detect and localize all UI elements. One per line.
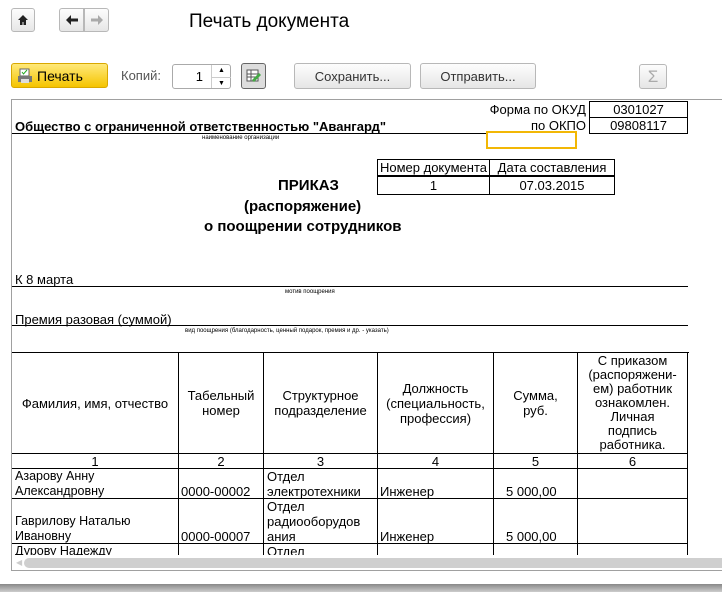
stepper-up[interactable]: ▲ bbox=[211, 65, 231, 77]
row-1-sign bbox=[578, 469, 688, 499]
selected-cell[interactable] bbox=[486, 131, 577, 149]
printer-icon bbox=[18, 68, 32, 83]
docnum-value: 1 bbox=[377, 176, 490, 195]
col-header-pos: Должность (специальность, профессия) bbox=[378, 353, 494, 454]
document-preview: Форма по ОКУД 0301027 по ОКПО 09808117 О… bbox=[11, 99, 722, 571]
copies-input[interactable]: 1 bbox=[196, 69, 203, 84]
row-1-dept: Отдел электротехники bbox=[264, 469, 378, 499]
arrow-left-icon bbox=[65, 15, 78, 25]
org-underline bbox=[12, 133, 487, 134]
bottom-bar bbox=[0, 584, 722, 592]
order-subject: о поощрении сотрудников bbox=[204, 218, 402, 235]
row-1-name: Азарову Анну Александровну bbox=[12, 469, 179, 499]
edit-table-button[interactable] bbox=[241, 63, 266, 89]
send-button[interactable]: Отправить... bbox=[420, 63, 536, 89]
sum-button[interactable]: Σ bbox=[639, 64, 667, 89]
col-number: 6 bbox=[578, 454, 688, 469]
row-1-sum: 5 000,00 bbox=[494, 469, 578, 499]
row-1-pos: Инженер bbox=[378, 469, 494, 499]
org-caption: наименование организации bbox=[202, 135, 280, 141]
motive-value: К 8 марта bbox=[15, 272, 74, 287]
row-2-name: Гаврилову Наталью Ивановну bbox=[12, 499, 179, 544]
order-title: ПРИКАЗ bbox=[278, 177, 339, 194]
kind-underline bbox=[12, 325, 688, 326]
forward-button[interactable] bbox=[84, 8, 109, 32]
horizontal-scrollbar[interactable]: ◀ bbox=[12, 555, 722, 570]
col-header-dept: Структурное подразделение bbox=[264, 353, 378, 454]
employees-table: Фамилия, имя, отчество Табельный номер С… bbox=[12, 352, 689, 570]
row-2-dept: Отдел радиооборудов ания bbox=[264, 499, 378, 544]
docnum-header: Номер документа bbox=[377, 159, 490, 176]
print-button[interactable]: Печать bbox=[11, 63, 108, 88]
date-value: 07.03.2015 bbox=[489, 176, 615, 195]
save-button[interactable]: Сохранить... bbox=[294, 63, 411, 89]
home-icon bbox=[18, 15, 28, 25]
scroll-left-arrow[interactable]: ◀ bbox=[16, 558, 22, 567]
motive-caption: мотив поощрения bbox=[285, 289, 335, 295]
org-name: Общество с ограниченной ответственностью… bbox=[15, 119, 386, 134]
stepper-down[interactable]: ▼ bbox=[211, 77, 231, 88]
okpo-value: 09808117 bbox=[589, 117, 688, 134]
motive-underline bbox=[12, 286, 688, 287]
col-header-sum: Сумма, руб. bbox=[494, 353, 578, 454]
kind-caption: вид поощрения (благодарность, ценный под… bbox=[185, 328, 389, 334]
window-title: Печать документа bbox=[189, 11, 350, 32]
row-2-sum: 5 000,00 bbox=[494, 499, 578, 544]
row-1-tab: 0000-00002 bbox=[179, 469, 264, 499]
table-edit-icon bbox=[246, 69, 261, 82]
col-header-name: Фамилия, имя, отчество bbox=[12, 353, 179, 454]
scrollbar-thumb[interactable] bbox=[24, 558, 722, 568]
col-number: 3 bbox=[264, 454, 378, 469]
row-2-pos: Инженер bbox=[378, 499, 494, 544]
col-number: 2 bbox=[179, 454, 264, 469]
row-2-sign bbox=[578, 499, 688, 544]
col-header-sign: С приказом (распоряжени-ем) работник озн… bbox=[578, 353, 688, 454]
date-header: Дата составления bbox=[489, 159, 615, 176]
col-header-tab: Табельный номер bbox=[179, 353, 264, 454]
okud-label: Форма по ОКУД bbox=[489, 102, 586, 117]
copies-label: Копий: bbox=[121, 68, 161, 83]
arrow-right-icon bbox=[90, 15, 103, 25]
col-number: 1 bbox=[12, 454, 179, 469]
col-number: 5 bbox=[494, 454, 578, 469]
order-subtitle: (распоряжение) bbox=[244, 198, 362, 215]
row-2-tab: 0000-00007 bbox=[179, 499, 264, 544]
print-label: Печать bbox=[37, 67, 83, 84]
back-button[interactable] bbox=[59, 8, 84, 32]
col-number: 4 bbox=[378, 454, 494, 469]
home-button[interactable] bbox=[11, 8, 35, 32]
copies-stepper[interactable]: 1 ▲ ▼ bbox=[172, 64, 231, 89]
okud-value: 0301027 bbox=[589, 101, 688, 118]
